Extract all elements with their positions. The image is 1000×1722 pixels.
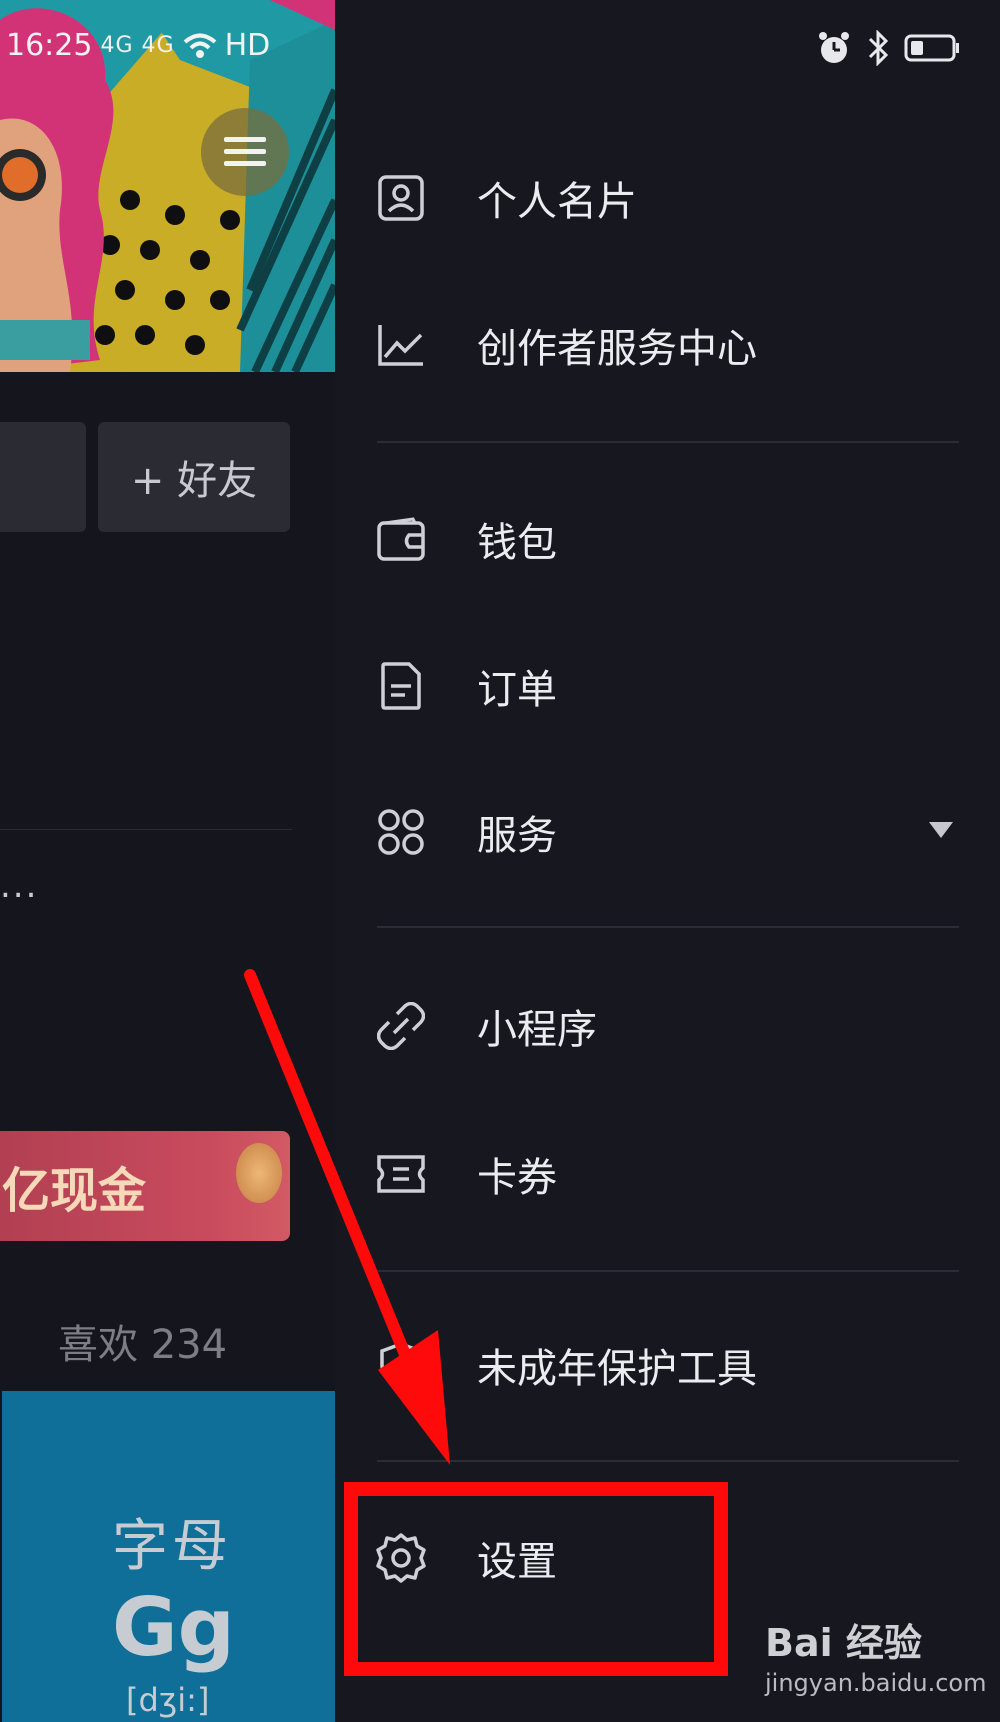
watermark-brand: Bai 经验 <box>765 1621 922 1665</box>
annotation-highlight-box <box>344 1482 728 1676</box>
watermark-url: jingyan.baidu.com <box>765 1669 987 1697</box>
baidu-watermark: Bai 经验 jingyan.baidu.com <box>765 1612 986 1697</box>
annotation-arrow <box>244 969 450 1465</box>
